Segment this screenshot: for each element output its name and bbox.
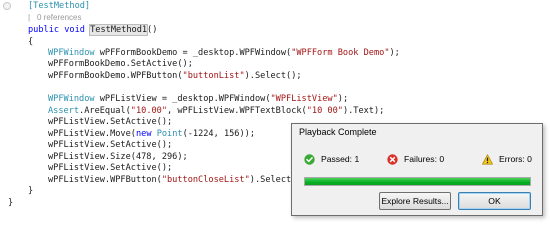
code-token: Assert: [48, 106, 80, 116]
code-token: (-1224, 156));: [182, 129, 255, 139]
code-token: ).Text);: [342, 106, 385, 116]
code-line[interactable]: WPFWindow wPFListView = _desktop.WPFWind…: [48, 93, 348, 105]
code-line[interactable]: wPFListView.SetActive();: [48, 139, 172, 151]
code-token: "buttonList": [182, 71, 245, 81]
code-token: wPFFormBookDemo.WPFButton(: [48, 71, 183, 81]
code-token: Point: [156, 129, 183, 139]
code-token: wPFListView.SetActive();: [48, 163, 173, 173]
check-circle-icon: [304, 153, 315, 165]
test-method-attribute: [TestMethod]: [28, 1, 91, 11]
method-name-highlight: TestMethod1: [89, 24, 149, 36]
code-token: {: [28, 37, 34, 47]
code-token: ).Select();: [244, 71, 302, 81]
attribute-line: [TestMethod]: [28, 0, 90, 12]
code-token: WPFWindow: [48, 48, 95, 58]
code-line[interactable]: }: [28, 185, 33, 197]
code-token: wPFFormBookDemo.SetActive();: [48, 59, 193, 69]
code-token: WPFWindow: [48, 94, 95, 104]
failures-status: Failures: 0: [387, 152, 444, 166]
breakpoint-margin-indicator[interactable]: [3, 2, 11, 10]
code-token: );: [389, 48, 400, 58]
error-x-icon: [387, 153, 398, 165]
progress-fill: [305, 178, 530, 185]
explore-results-button[interactable]: Explore Results...: [379, 192, 451, 210]
code-token: , wPFListView.WPFTextBlock(: [167, 106, 307, 116]
failures-label: Failures: 0: [404, 154, 445, 164]
code-line[interactable]: wPFListView.SetActive();: [48, 116, 172, 128]
playback-progress-bar: [304, 177, 531, 186]
code-line[interactable]: wPFListView.SetActive();: [48, 162, 172, 174]
passed-status: Passed: 1: [304, 152, 359, 166]
code-token: wPFListView.WPFButton(: [48, 175, 162, 185]
code-token: wPFFormBookDemo = _desktop.WPFWindow(: [94, 48, 292, 58]
code-line[interactable]: wPFFormBookDemo.SetActive();: [48, 58, 193, 70]
code-token: "WPFForm Book Demo": [291, 48, 390, 58]
dialog-title: Playback Complete: [299, 127, 377, 137]
codelens-pipe: |: [28, 13, 31, 22]
code-token: );: [337, 94, 349, 104]
code-line[interactable]: wPFFormBookDemo.WPFButton("buttonList").…: [48, 70, 302, 82]
code-token: }: [28, 186, 34, 196]
ok-button[interactable]: OK: [458, 192, 531, 210]
warning-triangle-icon: [482, 153, 493, 165]
code-line[interactable]: public void TestMethod1(): [28, 24, 157, 36]
code-token: "10.00": [130, 106, 168, 116]
code-token: wPFListView.SetActive();: [48, 140, 173, 150]
codelens-references-label[interactable]: 0 references: [37, 12, 81, 23]
code-token: "10 00": [306, 106, 343, 116]
code-line[interactable]: wPFListView.WPFButton("buttonCloseList")…: [48, 174, 307, 186]
code-token: wPFListView.SetActive();: [48, 117, 173, 127]
code-token: (): [147, 25, 158, 35]
code-token: wPFListView.Move(: [48, 129, 136, 139]
code-token: .AreEqual(: [79, 106, 131, 116]
code-line[interactable]: }: [8, 197, 13, 209]
code-token: "WPFListView": [270, 94, 338, 104]
code-token: wPFListView.Size(478, 296);: [48, 152, 188, 162]
playback-complete-dialog: Playback Complete Passed: 1 Failures: 0 …: [291, 123, 543, 216]
errors-label: Errors: 0: [499, 154, 532, 164]
code-token: "buttonCloseList": [161, 175, 250, 185]
code-token: }: [8, 198, 14, 208]
code-token: new: [135, 129, 152, 139]
passed-label: Passed: 1: [321, 154, 360, 164]
code-token: public: [28, 25, 60, 35]
code-token: void: [64, 25, 85, 35]
code-token: wPFListView = _desktop.WPFWindow(: [94, 94, 271, 104]
errors-status: Errors: 0: [482, 152, 532, 166]
code-line[interactable]: {: [28, 36, 33, 48]
